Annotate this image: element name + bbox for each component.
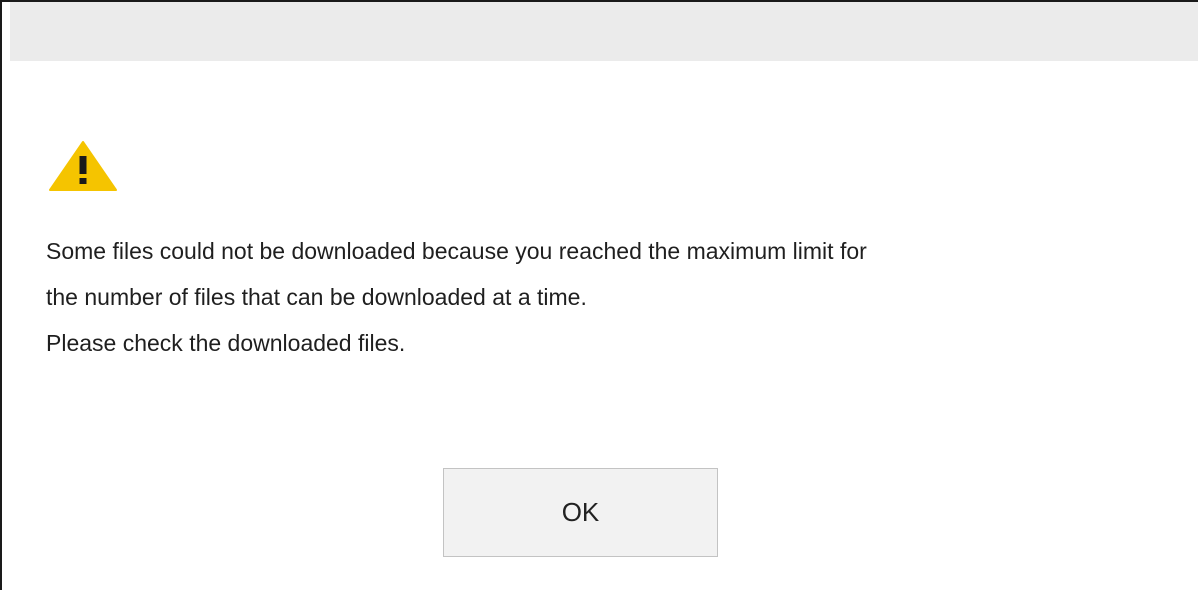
dialog-left-edge bbox=[2, 2, 10, 590]
message-line: Please check the downloaded files. bbox=[46, 330, 406, 356]
download-limit-dialog: Some files could not be downloaded becau… bbox=[0, 0, 1198, 590]
message-line: Some files could not be downloaded becau… bbox=[46, 238, 867, 264]
message-line: the number of files that can be download… bbox=[46, 284, 587, 310]
dialog-title-bar[interactable] bbox=[10, 2, 1198, 61]
dialog-message: Some files could not be downloaded becau… bbox=[46, 228, 1166, 366]
ok-button[interactable]: OK bbox=[443, 468, 718, 557]
warning-icon bbox=[48, 140, 118, 192]
